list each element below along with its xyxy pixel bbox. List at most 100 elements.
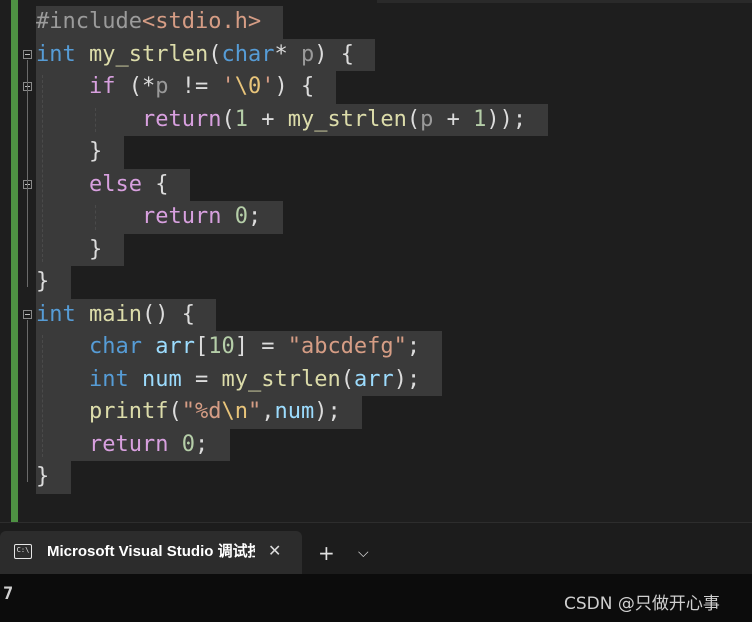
code-token: #include: [36, 9, 142, 34]
code-token: "%d: [181, 399, 222, 424]
code-token: ": [247, 399, 262, 424]
code-token: return: [141, 204, 222, 229]
program-output: 7: [3, 584, 14, 604]
change-tracking-bar: [11, 0, 18, 522]
code-token: 0: [234, 204, 248, 229]
code-token: );: [393, 366, 421, 392]
fold-toggle-icon[interactable]: [23, 49, 32, 59]
code-token: "abcdefg": [287, 334, 407, 359]
code-token: }: [36, 269, 50, 294]
code-token: (: [406, 106, 421, 132]
code-token: printf: [88, 399, 169, 424]
code-line[interactable]: int my_strlen(char* p) {: [36, 39, 354, 70]
code-line[interactable]: }: [36, 461, 49, 492]
code-line[interactable]: else {: [36, 169, 168, 200]
code-token: p: [420, 106, 434, 132]
code-line[interactable]: }: [36, 266, 49, 297]
code-token: return: [88, 431, 169, 457]
fold-region-line: [27, 319, 28, 482]
code-token: (*: [115, 74, 156, 99]
close-tab-button[interactable]: ✕: [268, 541, 281, 561]
code-line[interactable]: char arr[10] = "abcdefg";: [36, 331, 420, 362]
terminal-tab-bar: C:\ Microsoft Visual Studio 调试控制台 ✕ + ⌵: [0, 522, 752, 575]
code-token: char: [221, 41, 275, 67]
code-token: ] =: [234, 334, 288, 359]
code-line[interactable]: #include<stdio.h>: [36, 6, 261, 37]
code-line[interactable]: return 0;: [36, 201, 261, 232]
code-token: my_strlen: [221, 366, 341, 392]
console-icon: C:\: [14, 544, 32, 559]
code-line[interactable]: return 0;: [36, 429, 208, 460]
code-token: return: [141, 106, 222, 132]
code-token: p: [300, 41, 315, 67]
code-token: }: [36, 464, 50, 489]
code-token: 1: [473, 106, 487, 132]
code-token: (: [221, 106, 235, 132]
code-token: () {: [141, 301, 195, 327]
code-token: arr: [155, 334, 195, 359]
code-token: [: [194, 334, 209, 359]
code-token: <stdio.h>: [141, 9, 262, 34]
fold-toggle-icon[interactable]: [23, 309, 32, 319]
code-token: (: [168, 399, 182, 424]
code-token: ;: [194, 431, 209, 457]
console-output-area[interactable]: 7 CSDN @只做开心事: [0, 574, 752, 622]
code-token: int: [36, 41, 76, 67]
code-token: num: [141, 366, 182, 392]
code-line[interactable]: printf("%d\n",num);: [36, 396, 341, 427]
code-token: 1: [234, 106, 248, 132]
code-editor[interactable]: #include<stdio.h> int my_strlen(char* p) …: [0, 0, 752, 522]
code-token: }: [36, 236, 103, 262]
code-token: 0: [181, 431, 195, 457]
code-line[interactable]: return(1 + my_strlen(p + 1));: [36, 104, 526, 135]
tab-title: Microsoft Visual Studio 调试控制台: [47, 543, 255, 560]
code-token: num: [274, 399, 315, 424]
code-token: );: [314, 399, 341, 424]
code-token: (: [208, 41, 222, 67]
csdn-watermark: CSDN @只做开心事: [564, 594, 720, 614]
code-line[interactable]: int main() {: [36, 299, 195, 330]
code-line[interactable]: int num = my_strlen(arr);: [36, 364, 420, 395]
code-token: int: [36, 301, 76, 327]
code-token: if: [88, 74, 116, 99]
code-token: char: [88, 334, 142, 359]
code-token: ) {: [314, 41, 354, 67]
code-token: (: [340, 366, 354, 392]
editor-top-divider: [377, 0, 752, 3]
code-token: my_strlen: [89, 41, 209, 67]
code-token: }: [36, 139, 103, 164]
tab-dropdown-button[interactable]: ⌵: [358, 541, 369, 565]
code-token: ': [261, 74, 275, 99]
code-token: ));: [486, 106, 527, 132]
code-token: \n: [221, 399, 248, 424]
code-line[interactable]: }: [36, 234, 102, 265]
code-token: else: [88, 171, 142, 197]
terminal-tab[interactable]: C:\ Microsoft Visual Studio 调试控制台 ✕: [0, 531, 302, 575]
code-token: int: [88, 366, 129, 392]
fold-region-line: [27, 59, 28, 287]
code-token: !=: [168, 74, 222, 99]
code-token: *: [274, 41, 301, 67]
editor-margin: [0, 0, 11, 522]
code-line[interactable]: if (*p != '\0') {: [36, 71, 314, 102]
code-token: {: [141, 171, 169, 197]
code-token: =: [181, 366, 222, 392]
code-token: 10: [208, 334, 235, 359]
code-line[interactable]: }: [36, 136, 102, 167]
new-tab-button[interactable]: +: [318, 541, 335, 565]
code-token: ': [221, 74, 235, 99]
code-token: main: [89, 301, 142, 327]
code-token: ) {: [274, 74, 315, 99]
code-token: +: [247, 106, 288, 132]
